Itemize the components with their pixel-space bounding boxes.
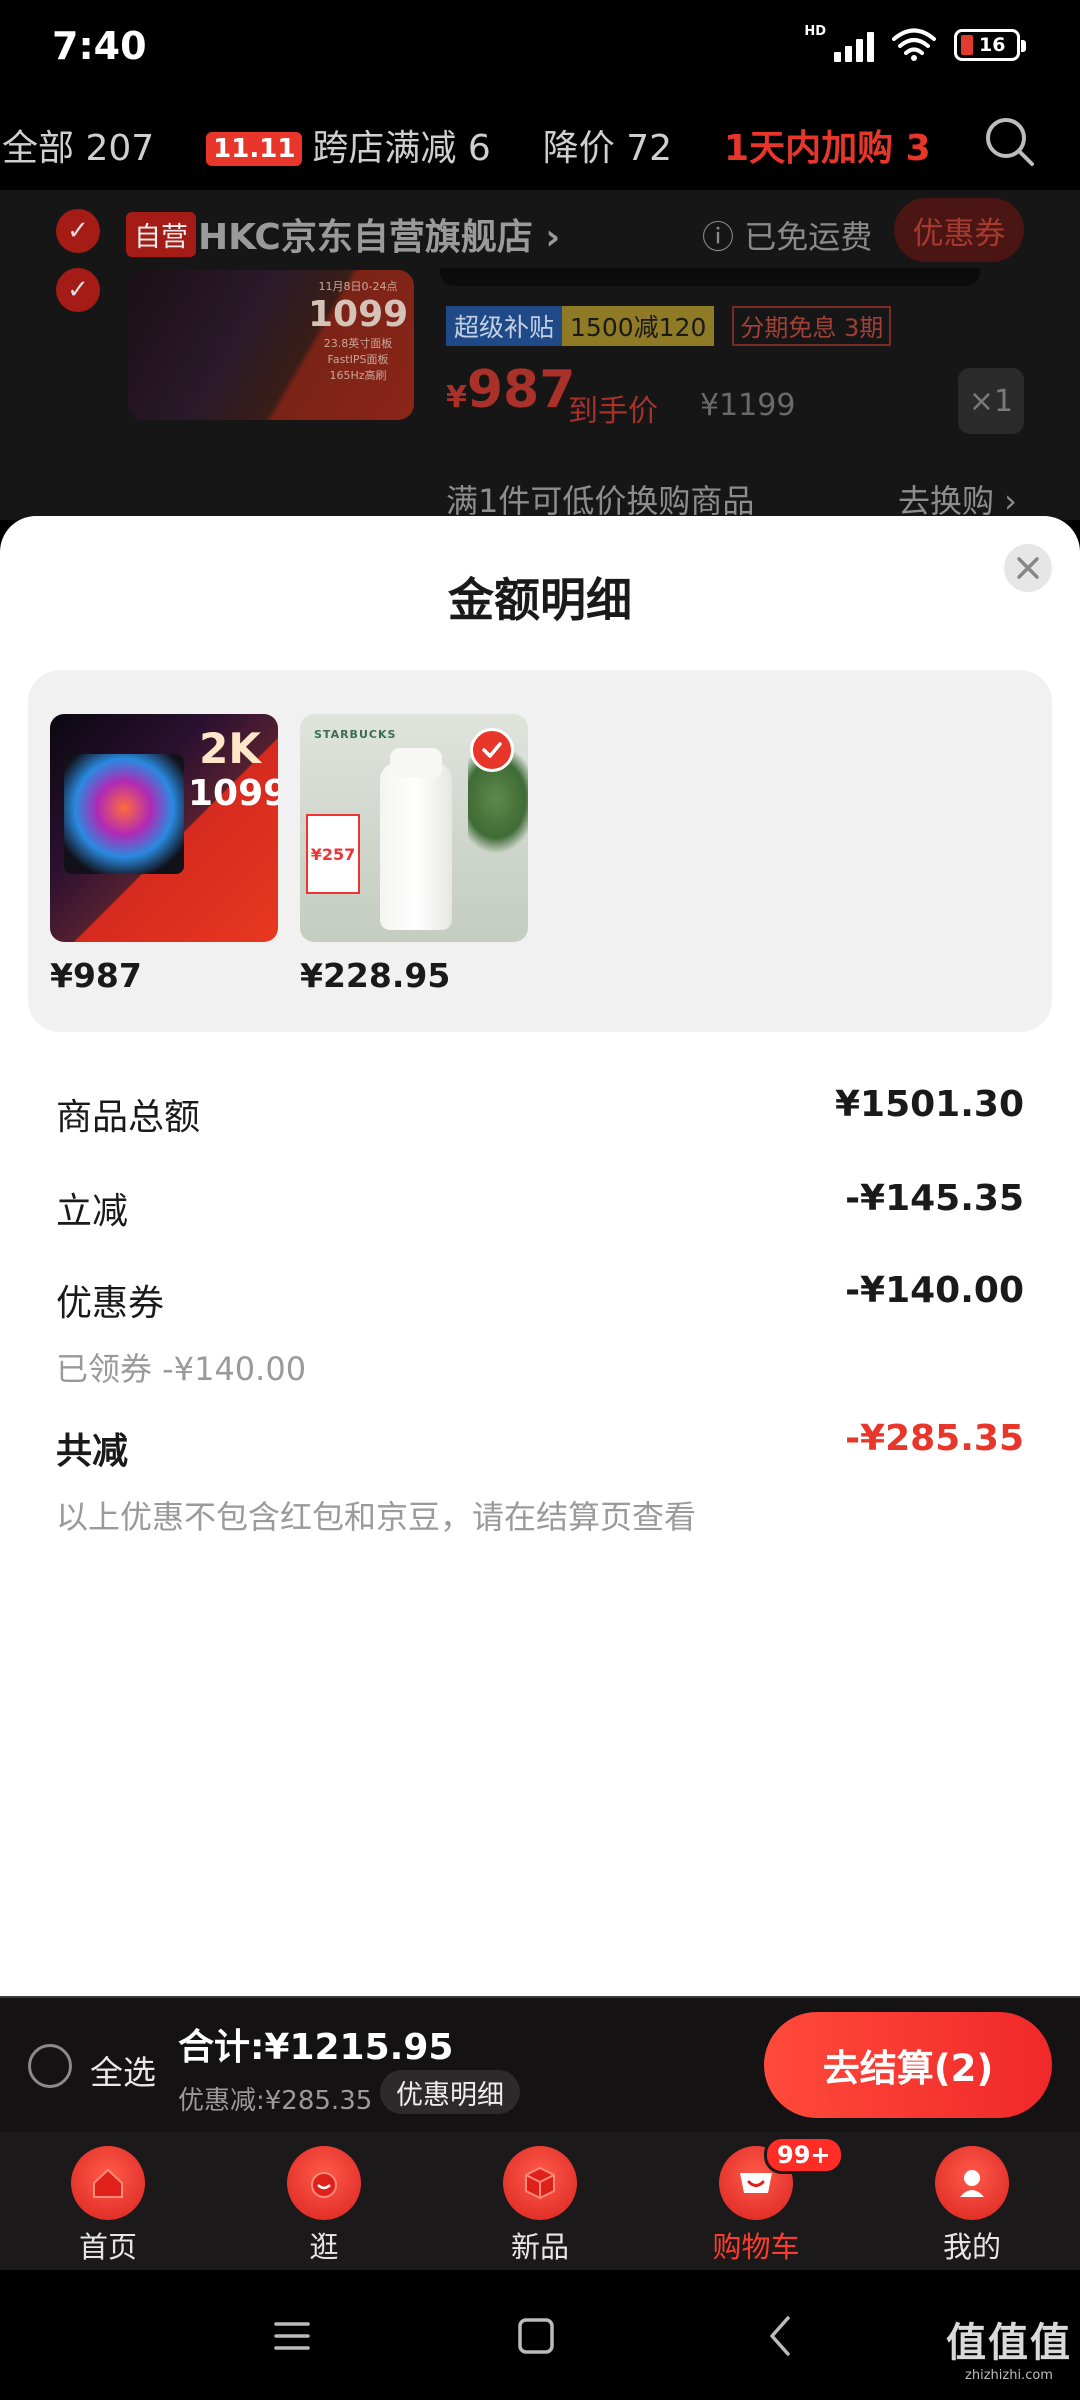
bottom-nav: 首页 逛 新品 99+ 购物车 我的 — [0, 2132, 1080, 2270]
item-final-price: ¥987 — [446, 360, 576, 420]
nav-cart[interactable]: 99+ 购物车 — [648, 2132, 864, 2270]
profile-icon — [935, 2146, 1009, 2220]
system-nav-bar: 值值值 zhizhizhi.com — [0, 2270, 1080, 2400]
instant-discount-value: -¥145.35 — [845, 1178, 1024, 1219]
item-promo-text: 11月8日0-24点 1099 23.8英寸面板 FastIPS面板 165Hz… — [308, 280, 409, 382]
product-card[interactable]: STARBUCKS ¥257 ¥228.95 — [300, 714, 528, 995]
subtotal-row: 商品总额 ¥1501.30 — [56, 1084, 1024, 1140]
instant-discount-row: 立减 -¥145.35 — [56, 1178, 1024, 1234]
tab-price-drop-label: 降价 72 — [542, 128, 673, 169]
tab-all[interactable]: 全部 207 — [2, 119, 154, 171]
products-panel: 2K 1099 ¥987 STARBUCKS ¥257 ¥228.95 — [28, 670, 1052, 1032]
checkout-bar: 全选 合计:¥1215.95 优惠减:¥285.35 优惠明细 去结算(2) — [0, 1996, 1080, 2132]
self-operated-tag: 自营 — [126, 212, 196, 257]
signal-icon — [834, 28, 874, 62]
store-checkbox[interactable]: ✓ — [56, 209, 100, 253]
site-watermark: 值值值 zhizhizhi.com — [946, 2320, 1072, 2383]
item-checkbox[interactable]: ✓ — [56, 268, 100, 312]
browse-icon — [287, 2146, 361, 2220]
network-type-label: HD — [804, 23, 826, 39]
brand-logo: STARBUCKS — [314, 728, 397, 741]
nav-browse-label: 逛 — [309, 2230, 339, 2264]
product-card[interactable]: 2K 1099 ¥987 — [50, 714, 278, 995]
discount-tag: 1500减120 — [562, 306, 715, 346]
store-coupon-button[interactable]: 优惠券 — [894, 198, 1024, 262]
coupon-value: -¥140.00 — [845, 1270, 1024, 1311]
cart-count-badge: 99+ — [764, 2136, 844, 2174]
tab-cross-store[interactable]: 11.11 跨店满减 6 — [206, 119, 491, 171]
item-title-bar — [440, 268, 980, 286]
total-discount-row: 共减 -¥285.35 以上优惠不包含红包和京豆，请在结算页查看 — [56, 1418, 1024, 1538]
search-icon[interactable] — [980, 112, 1040, 172]
nav-home-label: 首页 — [78, 2230, 137, 2264]
discount-amount: 优惠减:¥285.35 — [178, 2086, 373, 2116]
product-price: ¥228.95 — [300, 956, 451, 995]
battery-level: 16 — [979, 34, 1006, 56]
subtotal-value: ¥1501.30 — [834, 1084, 1024, 1125]
store-name[interactable]: HKC京东自营旗舰店 › — [198, 208, 560, 260]
status-icons: HD 16 — [804, 24, 1026, 62]
nav-new[interactable]: 新品 — [432, 2132, 648, 2270]
close-icon — [1017, 557, 1039, 579]
tab-all-label: 全部 207 — [2, 128, 155, 169]
cart-item-image[interactable]: 11月8日0-24点 1099 23.8英寸面板 FastIPS面板 165Hz… — [128, 270, 414, 420]
product-image-bottle: STARBUCKS ¥257 — [300, 714, 528, 942]
selected-check-icon — [470, 728, 514, 772]
sheet-title: 金额明细 — [448, 573, 632, 627]
item-price-label: 到手价 — [568, 394, 658, 429]
discount-disclaimer: 以上优惠不包含红包和京豆，请在结算页查看 — [56, 1498, 697, 1536]
installment-tag: 分期免息 3期 — [732, 306, 892, 346]
home-square-icon[interactable] — [506, 2306, 566, 2366]
coupon-claimed-note: 已领券 -¥140.00 — [56, 1350, 307, 1388]
item-original-price: ¥1199 — [700, 388, 796, 423]
free-shipping-label: ⓘ 已免运费 — [702, 218, 873, 256]
tab-recent-added[interactable]: 1天内加购 3 — [724, 119, 931, 171]
monitor-promo-text: 2K 1099 — [188, 724, 278, 814]
nav-new-label: 新品 — [510, 2230, 569, 2264]
tab-recent-added-label: 1天内加购 3 — [724, 128, 931, 169]
cart-list-dimmed: ✓ 自营 HKC京东自营旗舰店 › ⓘ 已免运费 优惠券 ✓ 11月8日0-24… — [0, 190, 1080, 520]
status-bar: 7:40 HD 16 — [0, 0, 1080, 100]
nav-cart-label: 购物车 — [712, 2230, 800, 2264]
product-price: ¥987 — [50, 956, 142, 995]
coupon-row: 优惠券 -¥140.00 已领券 -¥140.00 — [56, 1270, 1024, 1390]
new-products-icon — [503, 2146, 577, 2220]
nav-profile[interactable]: 我的 — [864, 2132, 1080, 2270]
product-image-monitor: 2K 1099 — [50, 714, 278, 942]
nav-profile-label: 我的 — [942, 2230, 1001, 2264]
swap-offer-text: 满1件可低价换购商品 — [446, 482, 755, 520]
close-button[interactable] — [1004, 544, 1052, 592]
double-eleven-badge: 11.11 — [206, 132, 303, 166]
filter-tabs: 全部 207 11.11 跨店满减 6 降价 72 1天内加购 3 — [0, 100, 1080, 190]
total-discount-value: -¥285.35 — [845, 1418, 1024, 1459]
select-all-checkbox[interactable] — [28, 2044, 72, 2088]
store-header: ✓ 自营 HKC京东自营旗舰店 › ⓘ 已免运费 优惠券 — [0, 190, 1080, 272]
tab-price-drop[interactable]: 降价 72 — [543, 119, 672, 171]
item-tags: 超级补贴 1500减120 分期免息 3期 — [446, 306, 892, 346]
quantity-stepper[interactable]: ×1 — [958, 368, 1024, 434]
subsidy-tag: 超级补贴 — [446, 306, 563, 346]
back-icon[interactable] — [752, 2306, 812, 2366]
bottle-promo-price: ¥257 — [306, 814, 360, 894]
select-all-label[interactable]: 全选 — [90, 2046, 156, 2094]
discount-detail-button[interactable]: 优惠明细 — [380, 2070, 520, 2114]
menu-icon[interactable] — [262, 2306, 322, 2366]
battery-icon: 16 — [954, 29, 1026, 61]
total-amount: 合计:¥1215.95 — [178, 2027, 454, 2068]
tab-cross-store-label: 跨店满减 6 — [312, 128, 491, 169]
home-icon — [71, 2146, 145, 2220]
swap-link[interactable]: 去换购 › — [898, 476, 1017, 520]
nav-home[interactable]: 首页 — [0, 2132, 216, 2270]
nav-browse[interactable]: 逛 — [216, 2132, 432, 2270]
checkout-button[interactable]: 去结算(2) — [764, 2012, 1052, 2118]
status-time: 7:40 — [52, 24, 147, 68]
wifi-icon — [892, 28, 936, 61]
amount-detail-sheet: 金额明细 2K 1099 ¥987 STARBUCKS ¥257 ¥228.95… — [0, 516, 1080, 1996]
